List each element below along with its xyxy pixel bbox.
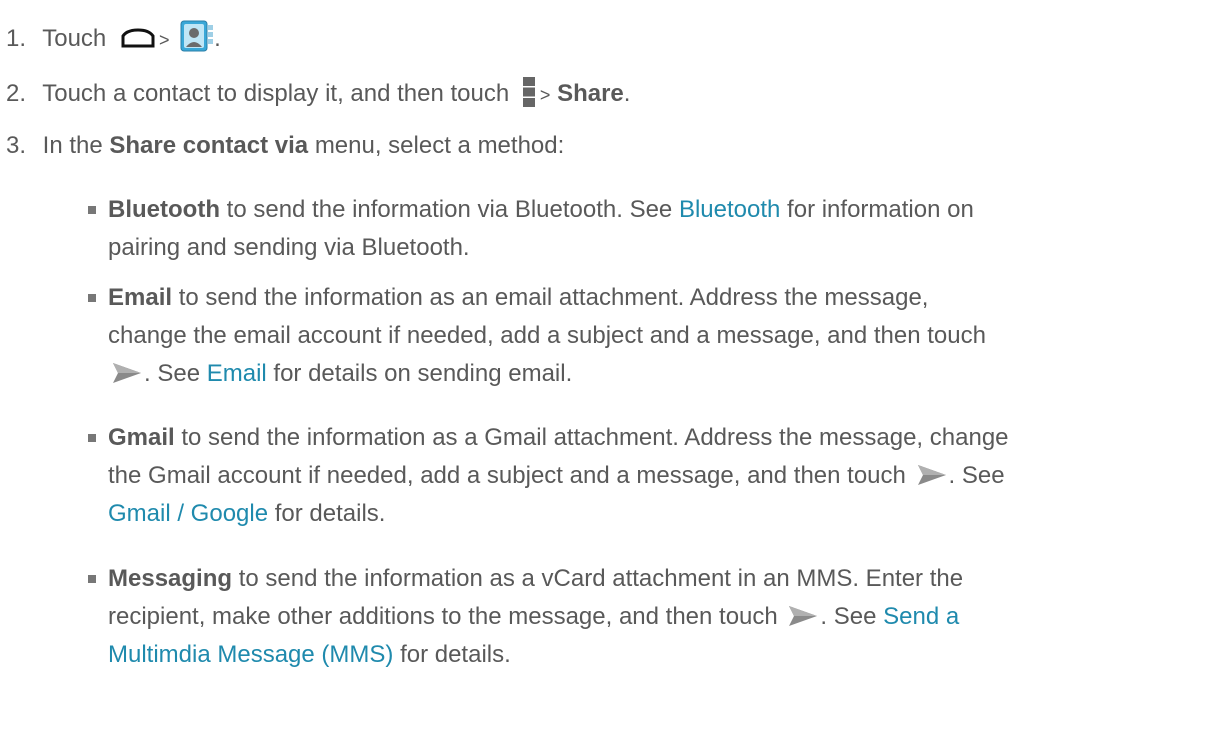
method-text: for details on sending email.	[273, 360, 573, 387]
step-text: Touch a contact to display it, and then …	[42, 77, 631, 108]
method-text: . See	[820, 603, 877, 630]
step-2: 2. Touch a contact to display it, and th…	[6, 76, 1209, 114]
send-icon	[789, 605, 818, 626]
email-link[interactable]: Email	[207, 360, 267, 387]
method-text: for details.	[274, 500, 386, 527]
menu-icon	[522, 77, 535, 107]
step-number: 3.	[6, 132, 27, 159]
method-name: Bluetooth	[108, 196, 220, 223]
send-icon	[113, 362, 141, 383]
send-mms-link[interactable]: Send a	[883, 603, 959, 630]
method-name: Messaging	[108, 565, 233, 592]
period: .	[214, 25, 221, 53]
method-text: to send the information via Bluetooth. S…	[226, 196, 673, 223]
share-contact-via-label: Share contact via	[109, 132, 309, 159]
method-text: . See	[144, 360, 201, 387]
method-text: the Gmail account if needed, add a subje…	[108, 462, 906, 489]
method-text: recipient, make other additions to the m…	[108, 603, 778, 630]
period: .	[623, 80, 631, 108]
method-text: for information on	[787, 196, 974, 223]
contacts-app-icon	[180, 20, 214, 52]
method-messaging: Messaging to send the information as a v…	[108, 560, 1208, 674]
step-text: In the Share contact via menu, select a …	[43, 132, 565, 159]
step-text-start: In the	[42, 132, 103, 159]
send-icon	[917, 464, 946, 485]
step-text: Touch > .	[42, 20, 221, 53]
step-3: 3. In the Share contact via menu, select…	[6, 131, 1209, 161]
step-number: 1.	[6, 25, 27, 53]
step-text-start: Touch a contact to display it, and then …	[42, 80, 510, 108]
step-text-start: Touch	[42, 25, 107, 53]
bullet-marker	[88, 575, 96, 583]
step-number: 2.	[6, 80, 27, 108]
method-text: to send the information as an email atta…	[178, 284, 929, 311]
method-gmail: Gmail to send the information as a Gmail…	[108, 419, 1208, 533]
method-text: to send the information as a Gmail attac…	[181, 424, 1009, 451]
method-text: to send the information as a vCard attac…	[238, 565, 964, 592]
method-name: Email	[108, 284, 173, 311]
bullet-marker	[88, 434, 96, 442]
method-name: Gmail	[108, 424, 175, 451]
bullet-marker	[88, 294, 96, 302]
bluetooth-link[interactable]: Bluetooth	[679, 196, 780, 223]
step-text-end: menu, select a method:	[314, 132, 565, 159]
method-text: . See	[948, 462, 1005, 489]
step-1: 1. Touch > .	[6, 20, 1209, 60]
share-label: Share	[557, 80, 624, 108]
method-email: Email to send the information as an emai…	[108, 279, 1208, 393]
separator: >	[158, 30, 170, 51]
gmail-google-link[interactable]: Gmail / Google	[108, 500, 268, 527]
method-text: pairing and sending via Bluetooth.	[108, 234, 470, 261]
bullet-marker	[88, 206, 96, 214]
send-mms-link[interactable]: Multimdia Message (MMS)	[108, 641, 393, 668]
method-text: change the email account if needed, add …	[108, 322, 986, 349]
method-text: for details.	[400, 641, 511, 668]
home-icon	[121, 28, 155, 48]
separator: >	[539, 85, 551, 106]
method-bluetooth: Bluetooth to send the information via Bl…	[108, 191, 1208, 267]
